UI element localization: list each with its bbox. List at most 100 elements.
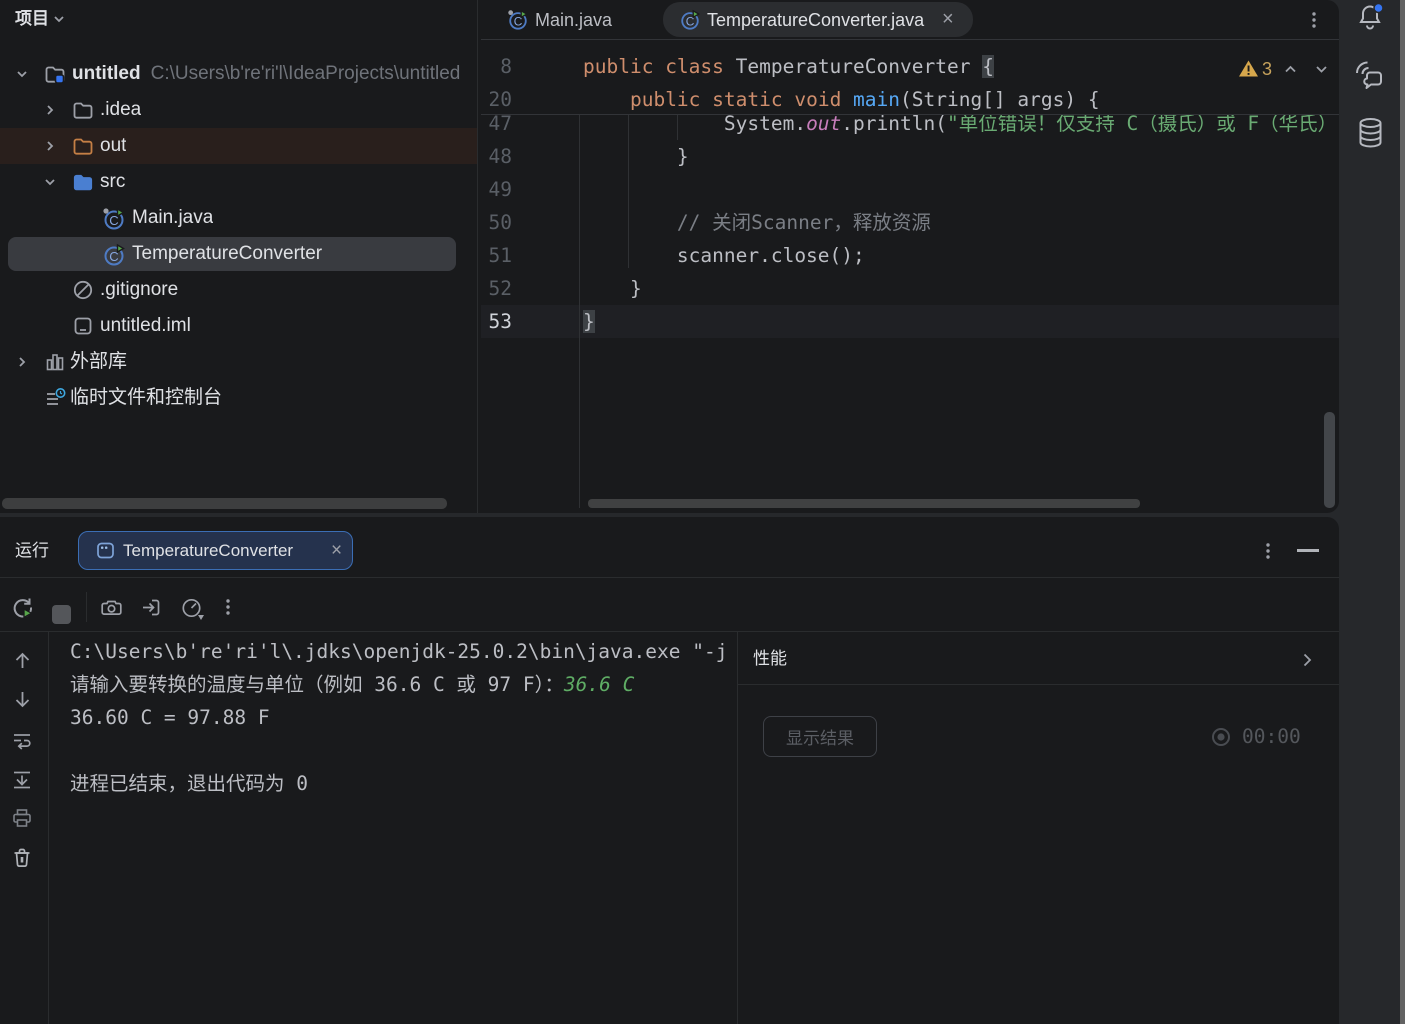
notifications-bell-icon[interactable] [1356,3,1384,31]
project-panel: 项目 untitled C:\Users\b're'ri'l\IdeaProjec… [0,0,478,513]
console-line: 36.60 C = 97.88 F [70,701,270,734]
code-line-20[interactable]: 20 public static void main(String[] args… [481,83,1339,116]
editor-vscrollbar[interactable] [1324,412,1335,508]
project-hscrollbar[interactable] [2,498,447,509]
run-tool-window: 运行 TemperatureConverter × C:\Users\b're'… [0,517,1339,1024]
tree-label: .gitignore [100,272,178,308]
tree-item-gitignore[interactable]: .gitignore [0,272,478,308]
perf-expand-chevron-icon[interactable] [1298,651,1316,669]
perf-divider[interactable] [737,632,738,1024]
java-class-run-icon: C [507,9,529,31]
tree-label: untitled [72,63,141,84]
tree-item-src[interactable]: src [0,164,478,200]
line-number: 49 [481,173,512,206]
warning-icon[interactable] [1238,59,1259,78]
timer-icon [1211,727,1231,747]
code-line-51[interactable]: 51 scanner.close(); [481,239,1339,272]
code-line-8[interactable]: 8 public class TemperatureConverter { [481,50,1339,83]
chevron-down-icon[interactable] [14,66,30,82]
tree-item-main-java[interactable]: C Main.java [0,200,478,236]
editor-kebab-icon[interactable] [1305,11,1323,29]
tree-item-untitled[interactable]: untitled C:\Users\b're'ri'l\IdeaProjects\… [0,56,478,92]
project-header-chevron-icon[interactable] [52,12,66,26]
line-number: 51 [481,239,512,272]
line-number: 53 [481,305,512,338]
run-panel-kebab-icon[interactable] [1259,542,1277,560]
ignored-file-icon [72,279,94,301]
perf-title[interactable]: 性能 [753,642,787,676]
tab-temperature-converter[interactable]: C TemperatureConverter.java × [663,2,973,37]
line-number: 20 [481,83,512,116]
chevron-down-icon[interactable] [42,174,58,190]
tab-main-java[interactable]: Main.java [535,0,612,40]
code-line-53[interactable]: 53} [481,305,1339,338]
tree-label: TemperatureConverter [132,236,322,272]
tree-item-out[interactable]: out [0,128,478,164]
source-folder-icon [72,171,94,193]
console-line: 请输入要转换的温度与单位（例如 36.6 C 或 97 F）：36.6 C [70,668,634,701]
line-number: 8 [481,50,512,83]
tree-item-scratches[interactable]: 临时文件和控制台 [0,380,478,416]
minimize-icon[interactable] [1297,549,1319,552]
sticky-lines: 8public class TemperatureConverter {20 p… [481,40,1339,115]
tree-item-external-libraries[interactable]: 外部库 [0,344,478,380]
scratches-icon [44,387,66,409]
console-line: C:\Users\b're'ri'l\.jdks\openjdk-25.0.2\… [70,635,727,668]
java-class-run-icon: C [102,207,126,231]
java-class-run-icon: C [102,243,126,267]
window-edge [1400,0,1405,1024]
library-icon [44,351,66,373]
editor: C Main.java C TemperatureConverter.java … [481,0,1339,513]
editor-tab-bar: C Main.java C TemperatureConverter.java … [481,0,1339,40]
editor-hscrollbar[interactable] [588,499,1140,508]
perf-header-divider [738,684,1339,685]
panel-divider[interactable] [477,0,478,513]
code-text: public static void main(String[] args) { [583,83,1100,116]
folder-icon [72,99,94,121]
code-text: } [583,305,595,338]
code-line-52[interactable]: 52 } [481,272,1339,305]
code-text: // 关闭Scanner，释放资源 [583,206,931,239]
next-warning-icon[interactable] [1313,61,1330,78]
show-results-button[interactable]: 显示结果 [763,716,877,757]
tree-label: 临时文件和控制台 [70,380,222,416]
tree-label: Main.java [132,200,213,236]
code-line-49[interactable]: 49 [481,173,1339,206]
java-class-run-icon: C [679,9,701,31]
tree-item-temperature-converter[interactable]: C TemperatureConverter [0,236,478,272]
tree-item-idea[interactable]: .idea [0,92,478,128]
tab-close-icon[interactable]: × [942,0,954,39]
tree-label: untitled.iml [100,308,191,344]
project-folder-icon [44,63,66,85]
code-text: } [583,272,642,305]
tree-item-untitled-iml[interactable]: untitled.iml [0,308,478,344]
module-file-icon [72,315,94,337]
tab-label: TemperatureConverter.java [707,0,924,40]
top-card: 项目 untitled C:\Users\b're'ri'l\IdeaProjec… [0,0,1339,513]
chevron-right-icon[interactable] [14,354,30,370]
line-number: 50 [481,206,512,239]
code-text: public class TemperatureConverter { [583,50,994,83]
database-icon[interactable] [1357,117,1384,149]
timer-value: 00:00 [1242,723,1301,751]
code-line-48[interactable]: 48 } [481,140,1339,173]
tree-label: .idea [100,92,141,128]
ai-assistant-icon[interactable] [1354,61,1386,91]
console-output[interactable]: C:\Users\b're'ri'l\.jdks\openjdk-25.0.2\… [0,517,737,1024]
code-text: } [583,140,689,173]
tree-project-path: C:\Users\b're'ri'l\IdeaProjects\untitled [151,63,461,84]
tree-label: 外部库 [70,344,127,380]
line-number: 48 [481,140,512,173]
tree-label: out [100,128,126,164]
warning-count[interactable]: 3 [1262,55,1272,83]
excluded-folder-icon [72,135,94,157]
code-line-50[interactable]: 50 // 关闭Scanner，释放资源 [481,206,1339,239]
chevron-right-icon[interactable] [42,138,58,154]
tree-label: src [100,164,125,200]
prev-warning-icon[interactable] [1282,61,1299,78]
console-line: 进程已结束，退出代码为 0 [70,767,308,800]
code-text: scanner.close(); [583,239,865,272]
line-number: 52 [481,272,512,305]
chevron-right-icon[interactable] [42,102,58,118]
project-panel-title[interactable]: 项目 [15,6,49,32]
